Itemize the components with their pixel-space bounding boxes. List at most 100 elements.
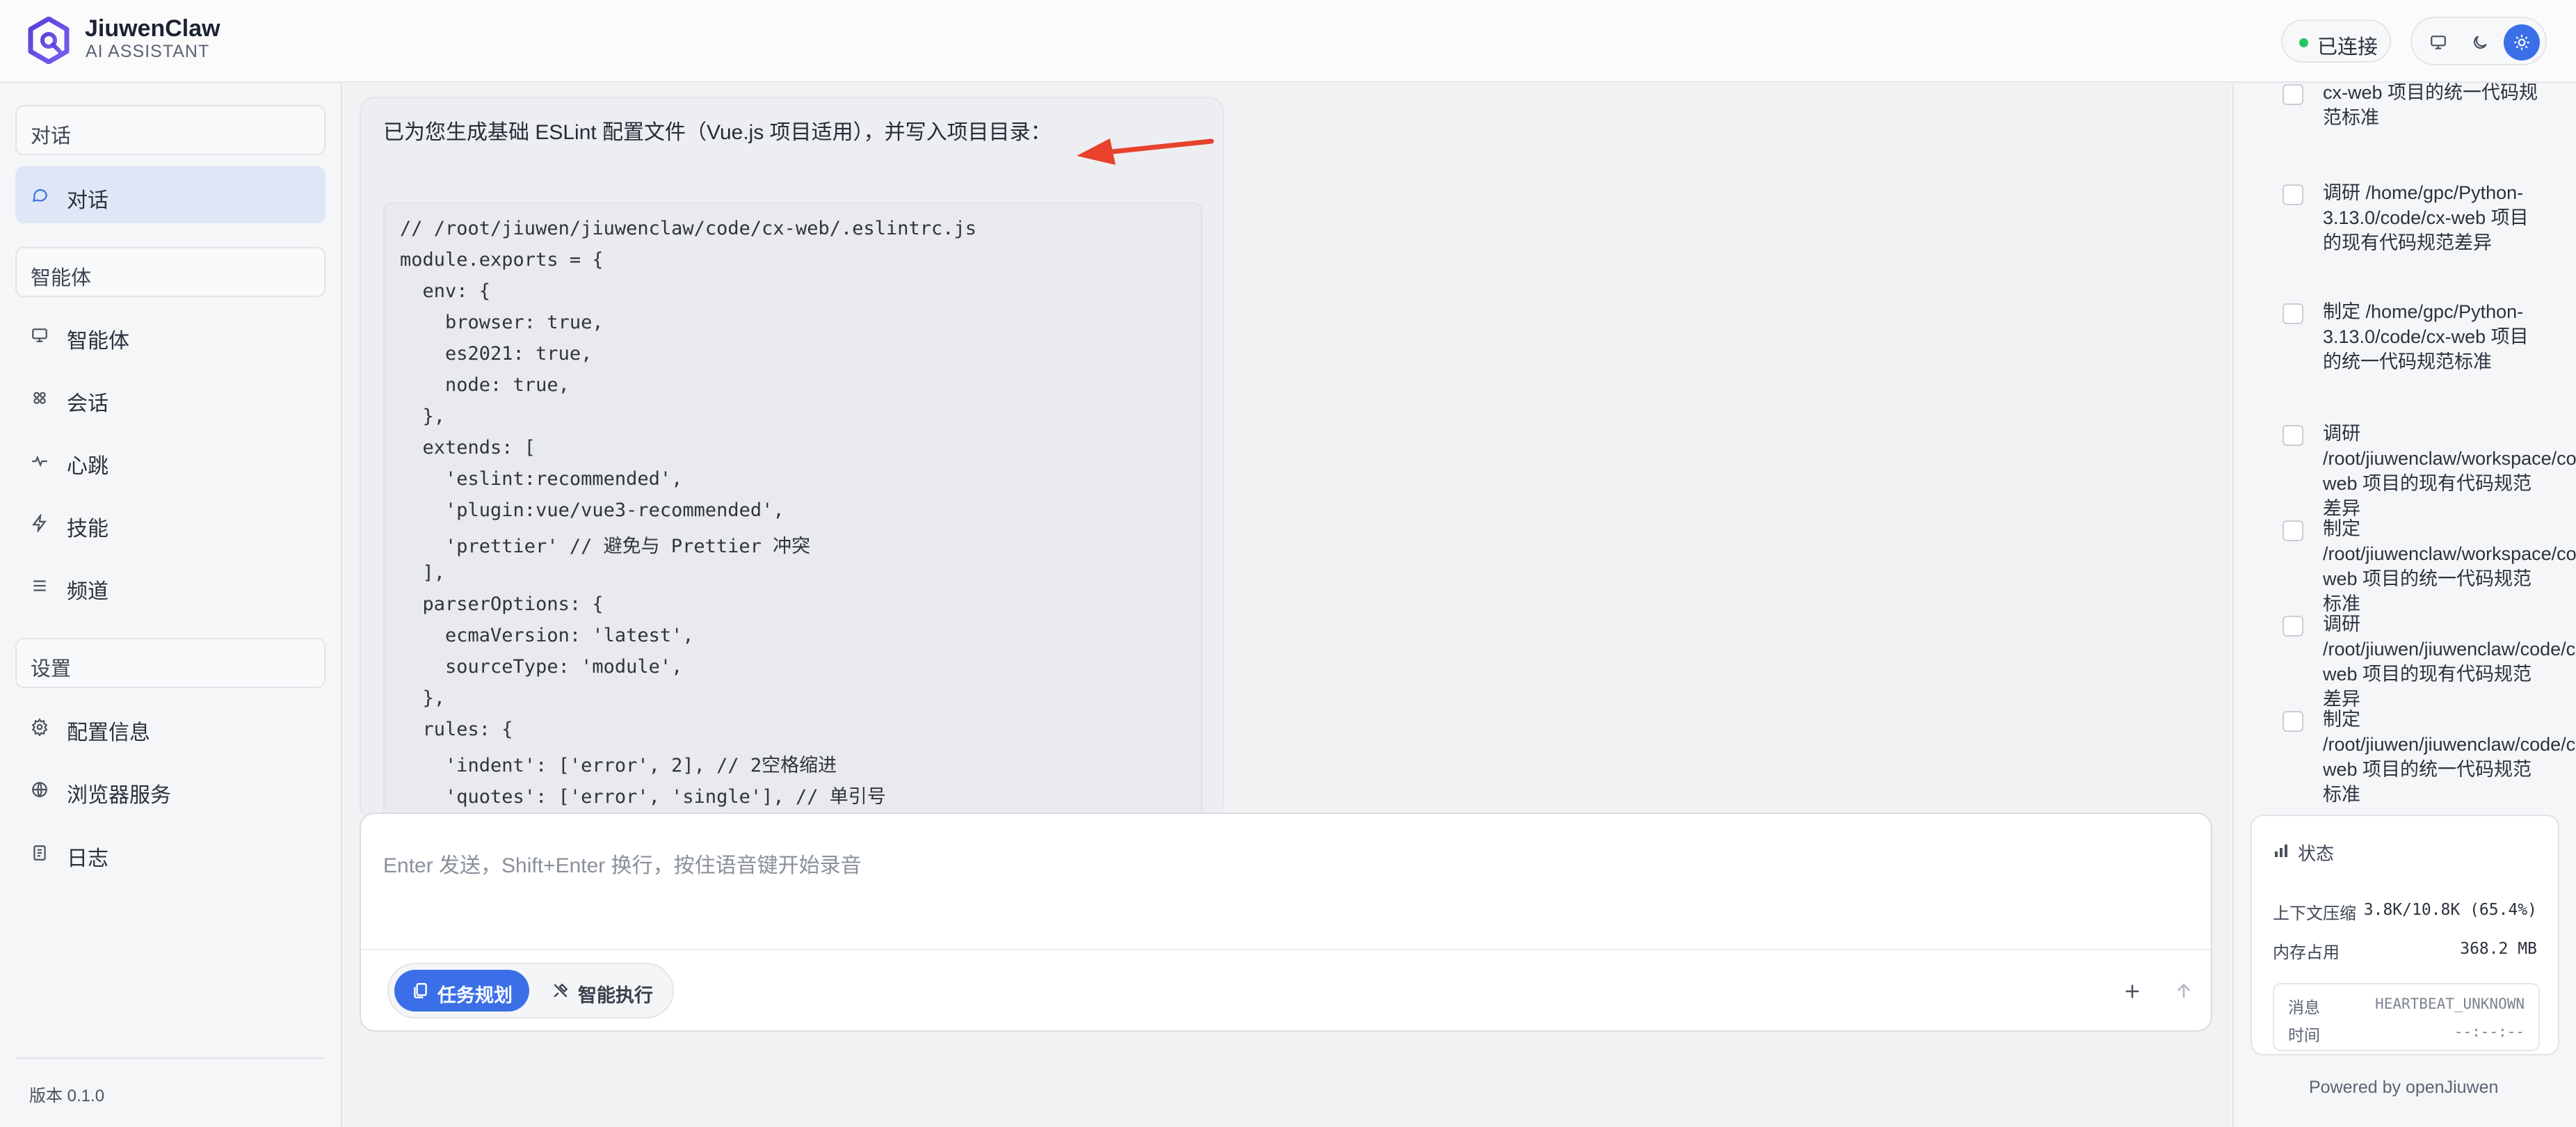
log-icon (33, 845, 46, 861)
context-label: 上下文压缩 (2273, 904, 2356, 923)
todo-text: 制定 /root/jiuwen/jiuwenclaw/code/cx-web 项… (2323, 709, 2576, 805)
todo-text: 调研 /root/jiuwenclaw/workspace/code/cx-we… (2323, 423, 2576, 519)
section-header-settings: 设置 (15, 638, 325, 688)
assistant-message: 已为您生成基础 ESLint 配置文件（Vue.js 项目适用），并写入项目目录… (360, 97, 1224, 820)
attach-button[interactable] (2114, 973, 2151, 1010)
sidebar-item-label: 技能 (67, 518, 108, 541)
mode-switcher: 任务规划 智能执行 (387, 963, 674, 1018)
code-line: 'indent': ['error', 2], // 2空格缩进 (400, 755, 837, 776)
code-line: 'prettier' // 避免与 Prettier 冲突 (400, 536, 811, 557)
gear-icon (31, 718, 48, 736)
message-value: HEARTBEAT_UNKNOWN (2375, 996, 2525, 1012)
memory-label: 内存占用 (2273, 943, 2340, 962)
smart-execute-mode-button[interactable]: 智能执行 (535, 970, 671, 1012)
send-button[interactable] (2165, 973, 2203, 1010)
time-value: --:--:-- (2454, 1023, 2525, 1040)
sun-icon (2514, 35, 2529, 50)
heartbeat-icon (32, 455, 47, 467)
powered-by: Powered by openJiuwen (2309, 1078, 2499, 1097)
code-line: ecmaVersion: 'latest', (400, 625, 694, 646)
sidebar-item-sessions[interactable]: 会话 (15, 369, 325, 426)
section-header-agents: 智能体 (15, 247, 325, 297)
heartbeat-info: 消息 HEARTBEAT_UNKNOWN 时间 --:--:-- (2273, 983, 2540, 1051)
sidebar-item-label: 心跳 (67, 455, 108, 478)
version-label: 版本 0.1.0 (29, 1087, 105, 1105)
brand-subtitle: AI ASSISTANT (86, 42, 210, 61)
jiuwenclaw-logo-icon (28, 17, 70, 64)
section-header-chat: 对话 (15, 105, 325, 155)
chat-bubble-icon (32, 189, 47, 202)
code-line: extends: [ (400, 437, 536, 458)
todo-text: 调研 /home/gpc/Python-3.13.0/code/cx-web 项… (2323, 182, 2529, 253)
sidebar: 对话 对话 智能体 智能体 会话 心跳 技能 频道 设置 配置信息 浏览器服务 … (0, 83, 342, 1127)
desktop-icon (2431, 35, 2446, 49)
time-label: 时间 (2288, 1026, 2320, 1044)
sidebar-item-label: 频道 (67, 580, 108, 603)
sidebar-item-logs[interactable]: 日志 (15, 824, 325, 881)
todo-text: 制定 /home/gpc/Python-3.13.0/code/cx-web 项… (2323, 301, 2529, 372)
sidebar-item-heartbeat[interactable]: 心跳 (15, 432, 325, 489)
moon-icon (2473, 35, 2487, 49)
context-value: 3.8K/10.8K (65.4%) (2363, 901, 2537, 919)
sidebar-item-agents[interactable]: 智能体 (15, 307, 325, 364)
todo-checkbox[interactable] (2283, 184, 2303, 205)
sidebar-divider (15, 1057, 325, 1059)
code-line: rules: { (400, 719, 513, 740)
sessions-icon (33, 392, 46, 404)
mode-label: 任务规划 (437, 985, 513, 1006)
right-panel: cx-web 项目的统一代码规范标准 调研 /home/gpc/Python-3… (2232, 82, 2576, 1127)
code-line: sourceType: 'module', (400, 656, 683, 678)
code-block: // /root/jiuwen/jiuwenclaw/code/cx-web/.… (383, 202, 1202, 819)
arrow-up-icon (2177, 983, 2191, 998)
todo-checkbox[interactable] (2283, 520, 2303, 541)
mode-label: 智能执行 (578, 985, 653, 1006)
sidebar-item-channels[interactable]: 频道 (15, 557, 325, 614)
task-plan-icon (414, 983, 427, 998)
sidebar-item-chat[interactable]: 对话 (15, 166, 325, 223)
red-arrow-annotation (1077, 138, 1214, 165)
code-line: parserOptions: { (400, 593, 604, 615)
code-line: }, (400, 406, 446, 427)
message-label: 消息 (2288, 998, 2320, 1016)
theme-dark-button[interactable] (2462, 24, 2498, 61)
theme-light-button[interactable] (2504, 24, 2540, 61)
todo-checkbox[interactable] (2283, 303, 2303, 324)
input-divider (361, 949, 2211, 950)
globe-icon (32, 782, 47, 797)
sidebar-item-skills[interactable]: 技能 (15, 495, 325, 552)
theme-switcher (2410, 17, 2547, 65)
todo-checkbox[interactable] (2283, 84, 2303, 105)
code-line: module.exports = { (400, 249, 604, 271)
todo-text: 调研 /root/jiuwen/jiuwenclaw/code/cx-web 项… (2323, 614, 2576, 710)
chat-input[interactable] (383, 835, 2164, 897)
code-line: 'quotes': ['error', 'single'], // 单引号 (400, 786, 886, 808)
status-dot-icon (2299, 38, 2308, 47)
sidebar-item-browser-service[interactable]: 浏览器服务 (15, 761, 325, 818)
sidebar-item-label: 智能体 (67, 330, 129, 353)
brand-name: JiuwenClaw (85, 15, 220, 42)
message-text: 已为您生成基础 ESLint 配置文件（Vue.js 项目适用），并写入项目目录… (383, 121, 1052, 144)
code-line: node: true, (400, 374, 570, 396)
list-icon (33, 580, 46, 591)
code-line: 'plugin:vue/vue3-recommended', (400, 499, 784, 521)
todo-checkbox[interactable] (2283, 425, 2303, 446)
todo-checkbox[interactable] (2283, 711, 2303, 732)
sidebar-item-config[interactable]: 配置信息 (15, 698, 325, 756)
status-title: 状态 (2298, 843, 2335, 864)
memory-value: 368.2 MB (2460, 940, 2537, 958)
todo-text: cx-web 项目的统一代码规范标准 (2323, 82, 2538, 128)
connection-status-text: 已连接 (2317, 36, 2378, 58)
code-line: // /root/jiuwen/jiuwenclaw/code/cx-web/.… (400, 218, 977, 239)
todo-text: 制定 /root/jiuwenclaw/workspace/code/cx-we… (2323, 518, 2576, 614)
sidebar-item-label: 浏览器服务 (67, 784, 171, 807)
chat-input-panel: 任务规划 智能执行 (360, 813, 2212, 1032)
code-line: 'eslint:recommended', (400, 468, 683, 490)
sidebar-item-label: 配置信息 (67, 721, 150, 744)
plus-icon (2125, 984, 2139, 998)
theme-system-button[interactable] (2420, 24, 2456, 61)
sidebar-item-label: 会话 (67, 392, 108, 415)
task-plan-mode-button[interactable]: 任务规划 (394, 970, 529, 1012)
code-line: browser: true, (400, 312, 604, 333)
todo-checkbox[interactable] (2283, 616, 2303, 637)
sidebar-item-label: 对话 (67, 189, 108, 212)
